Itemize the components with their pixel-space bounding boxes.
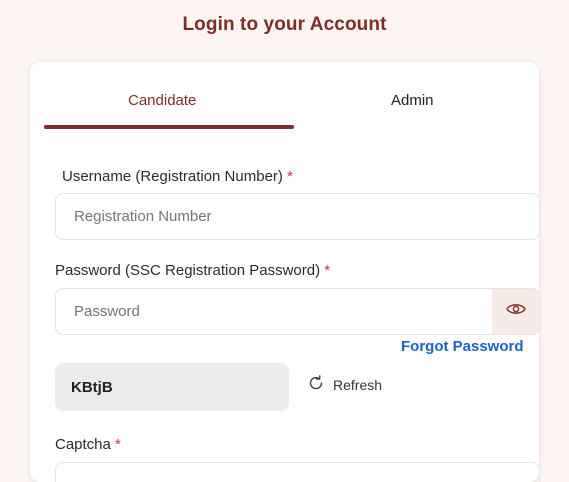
password-label: Password (SSC Registration Password) * (55, 262, 330, 279)
username-input[interactable] (55, 193, 540, 240)
password-required-mark: * (324, 262, 331, 279)
captcha-code: KBtjB (55, 363, 289, 411)
show-password-button[interactable] (492, 288, 540, 335)
username-label: Username (Registration Number) * (62, 168, 293, 185)
forgot-password-link[interactable]: Forgot Password (401, 338, 524, 355)
username-label-text: Username (Registration Number) (62, 168, 283, 185)
captcha-input[interactable] (55, 462, 540, 482)
page-title: Login to your Account (182, 14, 387, 35)
password-label-text: Password (SSC Registration Password) (55, 262, 321, 279)
active-tab-indicator (44, 125, 294, 129)
captcha-required-mark: * (115, 436, 121, 453)
tab-candidate[interactable]: Candidate (128, 92, 196, 109)
captcha-label-text: Captcha (55, 436, 111, 453)
refresh-captcha-button[interactable]: Refresh (307, 374, 382, 395)
login-card: Candidate Admin Username (Registration N… (30, 62, 540, 482)
captcha-label: Captcha * (55, 436, 121, 453)
tab-admin[interactable]: Admin (391, 92, 434, 109)
refresh-label: Refresh (333, 376, 383, 393)
eye-icon (505, 302, 526, 321)
username-required-mark: * (287, 168, 293, 185)
login-tabs: Candidate Admin (30, 62, 539, 130)
refresh-icon (307, 374, 333, 395)
captcha-code-text: KBtjB (71, 378, 113, 396)
password-input[interactable] (55, 288, 493, 335)
